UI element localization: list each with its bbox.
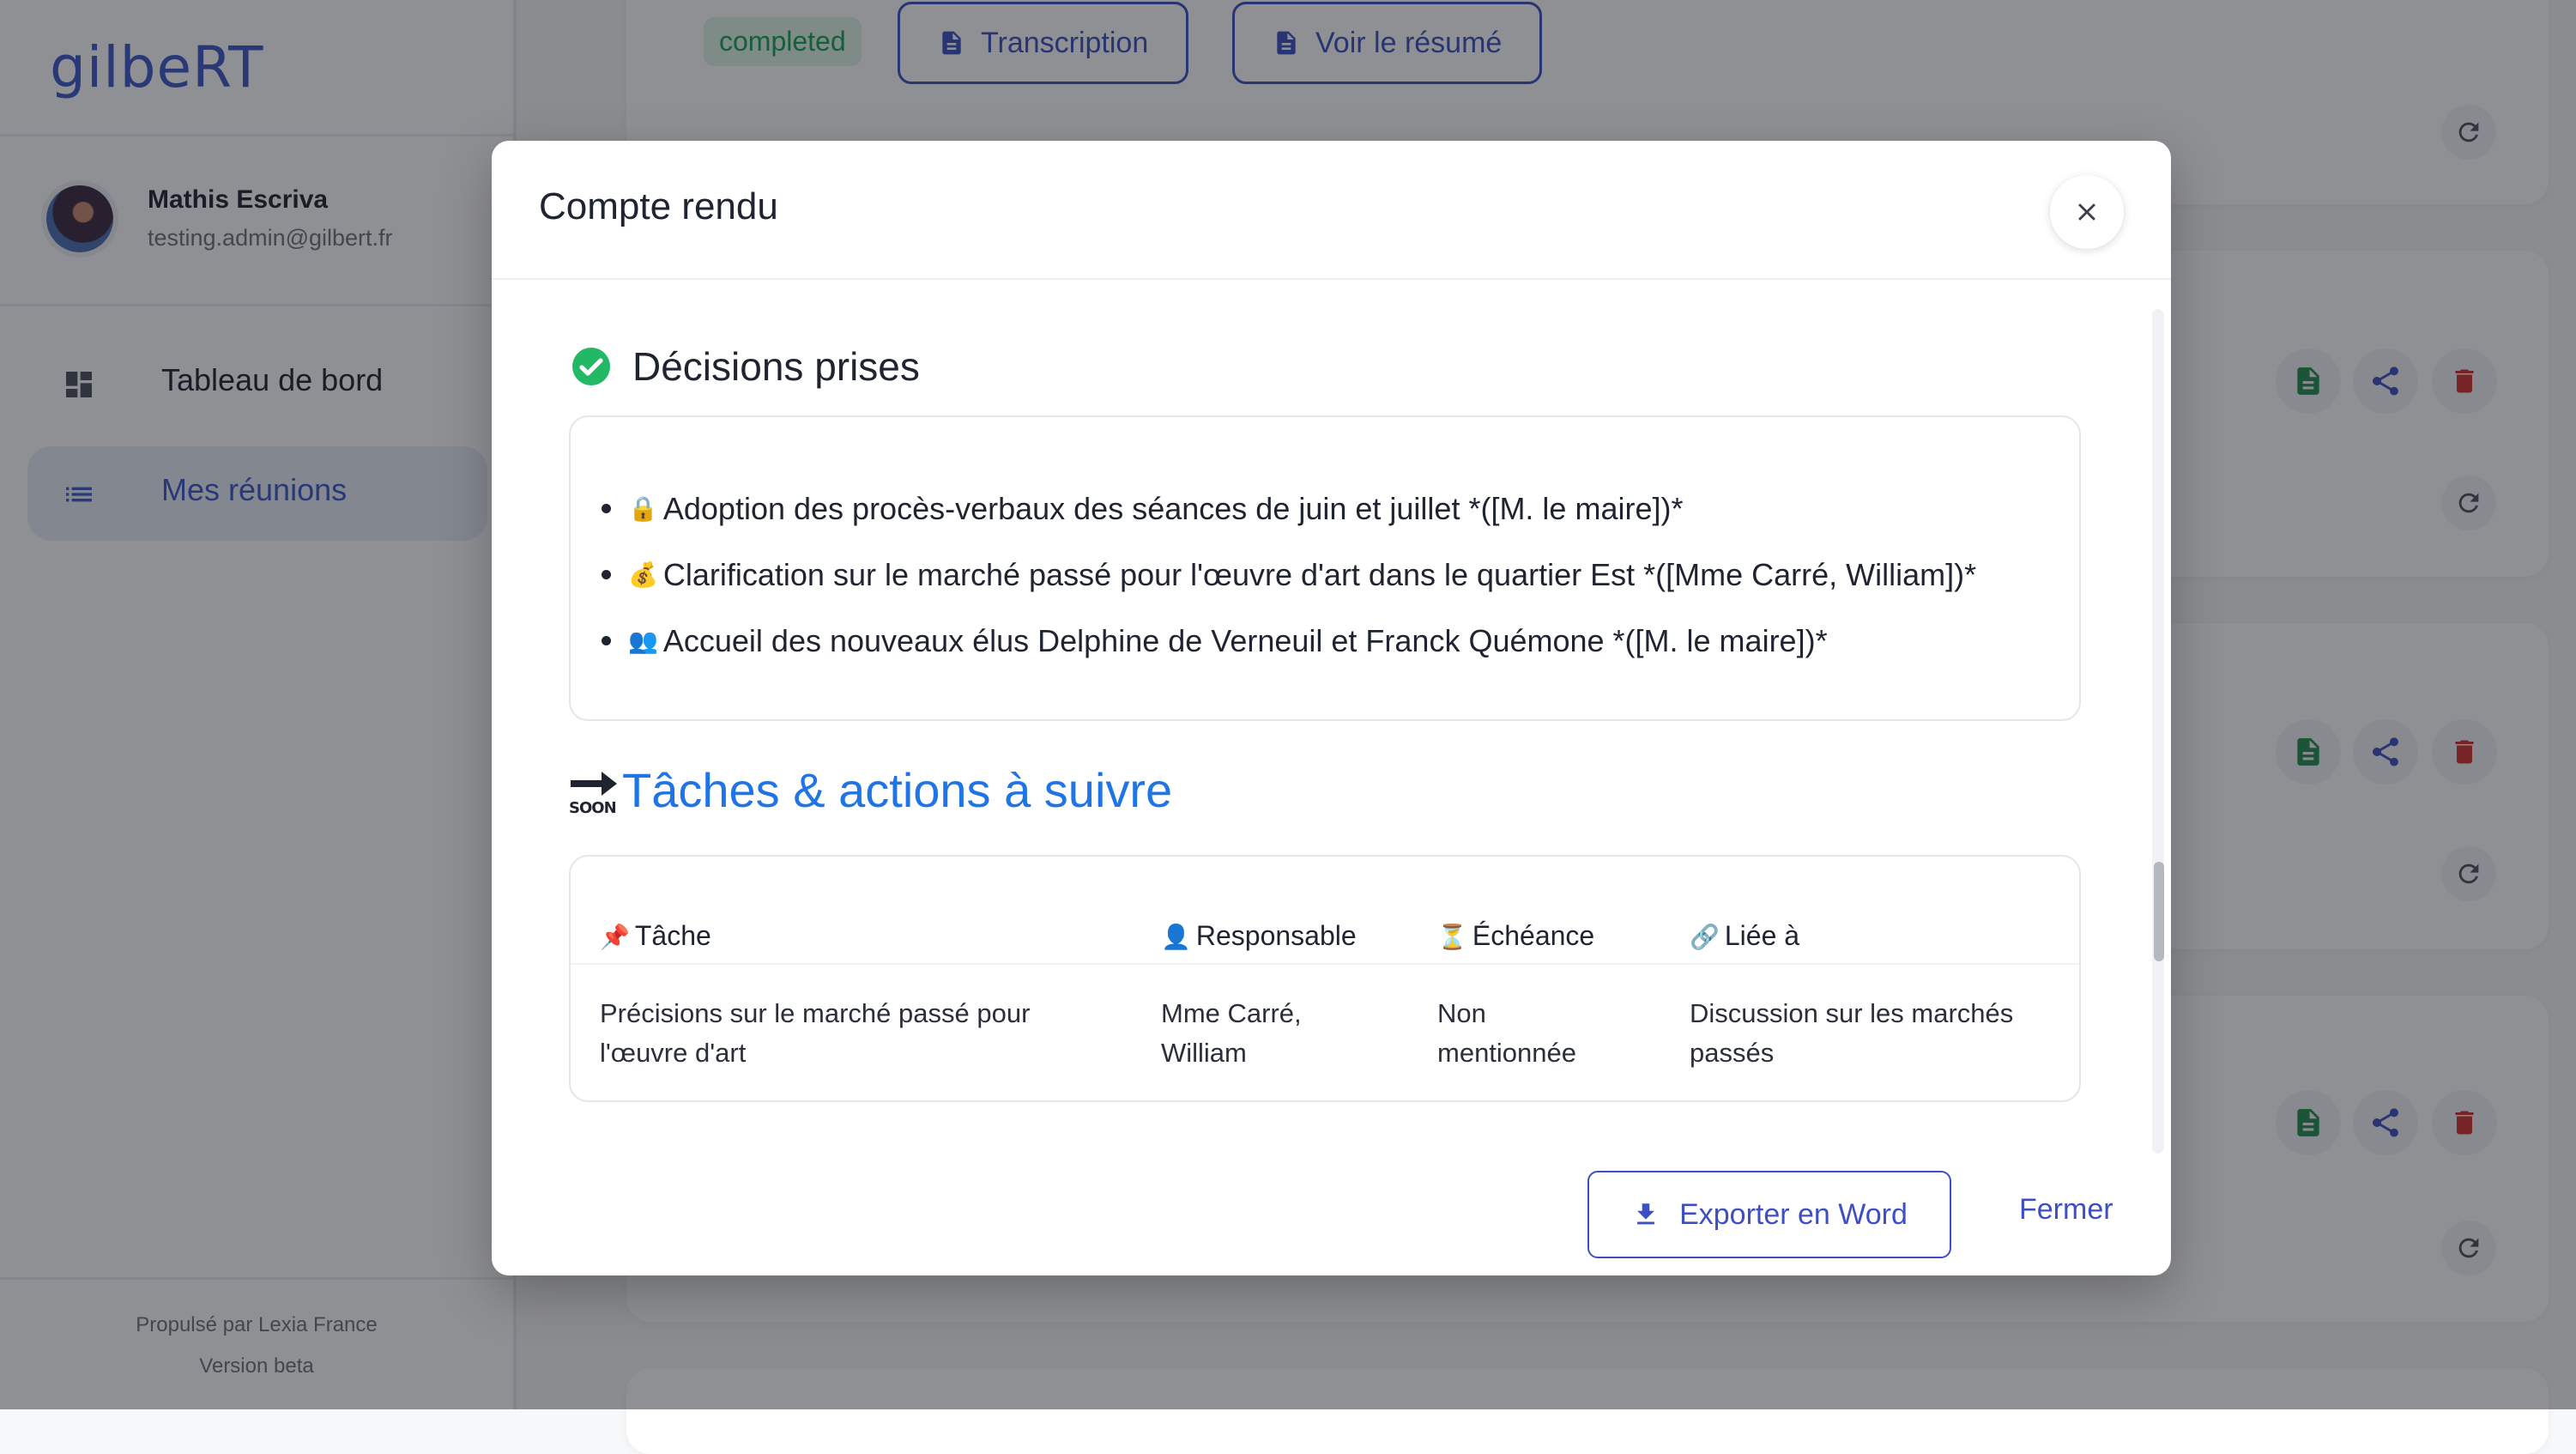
column-header-label: Échéance (1472, 920, 1595, 951)
summary-dialog: Compte rendu Décisions prises 🔒 Adoption… (492, 141, 2171, 1275)
decisions-list: 🔒 Adoption des procès-verbaux des séance… (602, 476, 1976, 674)
export-word-label: Exporter en Word (1679, 1197, 1908, 1231)
tasks-title: Tâches & actions à suivre (622, 763, 1173, 817)
person-icon: 👤 (1161, 923, 1191, 951)
tasks-heading: SOON Tâches & actions à suivre (569, 762, 1172, 818)
scrollbar-thumb[interactable] (2154, 862, 2164, 961)
decision-text: Clarification sur le marché passé pour l… (662, 556, 1977, 592)
decisions-heading: Décisions prises (571, 343, 920, 390)
bullet (602, 570, 611, 579)
decisions-title: Décisions prises (632, 344, 920, 389)
decision-text: Adoption des procès-verbaux des séances … (662, 490, 1684, 526)
money-bag-icon: 💰 (628, 560, 658, 589)
check-circle-icon (572, 348, 610, 385)
close-button[interactable] (2050, 175, 2124, 249)
bullet (602, 636, 611, 645)
hourglass-icon: ⏳ (1437, 923, 1467, 951)
column-header: 👤 Responsable (1161, 920, 1357, 952)
link-icon: 🔗 (1690, 923, 1720, 951)
table-cell-due: Non mentionnée (1437, 998, 1577, 1068)
column-header-label: Liée à (1724, 920, 1800, 951)
bullet (602, 504, 611, 513)
column-header-label: Responsable (1195, 920, 1357, 951)
lock-icon: 🔒 (628, 494, 658, 523)
arrow-right-icon (571, 772, 617, 796)
table-cell-linked: Discussion sur les marchés passés (1690, 998, 2014, 1068)
dialog-title: Compte rendu (539, 185, 778, 227)
export-word-button[interactable]: Exporter en Word (1587, 1171, 1951, 1258)
decision-text: Accueil des nouveaux élus Delphine de Ve… (662, 622, 1828, 658)
soon-label: SOON (569, 799, 617, 817)
decisions-box: 🔒 Adoption des procès-verbaux des séance… (569, 415, 2081, 721)
divider (571, 963, 2079, 965)
download-icon (1637, 1203, 1654, 1225)
close-icon (2078, 203, 2095, 221)
tasks-table: 📌 Tâche 👤 Responsable ⏳ Échéance 🔗 Liée à Pr… (569, 855, 2081, 1102)
table-cell-task: Précisions sur le marché passé pour l'œu… (600, 998, 1031, 1068)
list-item: 💰 Clarification sur le marché passé pour… (602, 542, 1976, 608)
table-cell-owner: Mme Carré, William (1161, 998, 1302, 1068)
column-header: 📌 Tâche (600, 920, 711, 952)
list-item: 🔒 Adoption des procès-verbaux des séance… (602, 476, 1976, 542)
column-header-label: Tâche (634, 920, 711, 951)
close-link-button[interactable]: Fermer (2019, 1193, 2113, 1227)
scrollbar-track[interactable] (2152, 309, 2164, 1154)
soon-arrow-icon: SOON (569, 768, 619, 818)
people-icon: 👥 (628, 627, 658, 655)
pin-icon: 📌 (600, 923, 630, 951)
divider (492, 278, 2171, 280)
column-header: ⏳ Échéance (1437, 920, 1594, 952)
list-item: 👥 Accueil des nouveaux élus Delphine de … (602, 608, 1976, 674)
column-header: 🔗 Liée à (1690, 920, 1799, 952)
